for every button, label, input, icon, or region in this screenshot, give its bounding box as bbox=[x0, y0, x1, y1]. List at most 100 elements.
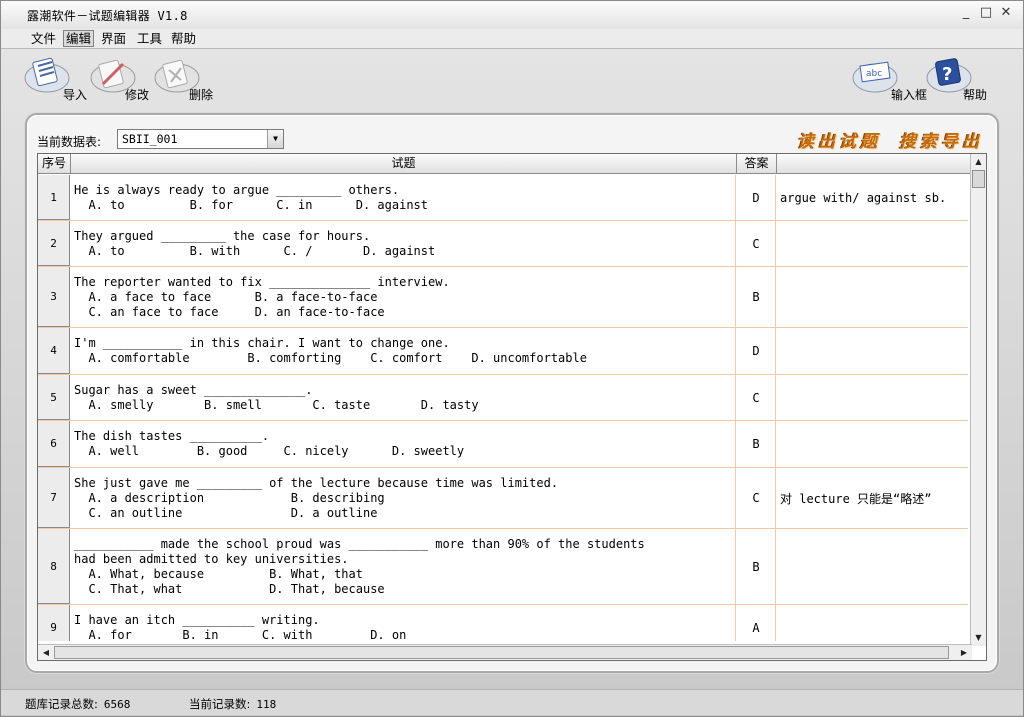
question-line: They argued _________ the case for hours… bbox=[74, 228, 371, 243]
question-line: The dish tastes __________. bbox=[74, 429, 270, 443]
maximize-button[interactable]: □ bbox=[979, 6, 993, 20]
horizontal-scroll-thumb[interactable] bbox=[54, 646, 949, 659]
answer-cell[interactable]: D bbox=[737, 328, 776, 374]
table-row[interactable]: 9I have an itch __________ writing. A. f… bbox=[38, 605, 968, 641]
column-header-answer[interactable]: 答案 bbox=[737, 154, 777, 174]
svg-text:abc: abc bbox=[866, 69, 882, 79]
table-row[interactable]: 8 ___________ made the school proud was _… bbox=[38, 529, 968, 605]
answer-cell[interactable]: C bbox=[737, 221, 776, 266]
search-export-button[interactable]: 搜索导出 bbox=[899, 127, 983, 152]
dataset-select[interactable]: SBII_001 ▼ bbox=[117, 129, 284, 149]
question-line: The reporter wanted to fix _____________… bbox=[74, 274, 450, 289]
question-line: ___________ made the school proud was __… bbox=[74, 536, 645, 551]
question-panel: 当前数据表: SBII_001 ▼ 读出试题 搜索导出 序号 试题 答案 1 He… bbox=[25, 113, 999, 673]
question-cell[interactable]: The reporter wanted to fix _____________… bbox=[71, 267, 736, 327]
answer-cell[interactable]: B bbox=[737, 421, 776, 467]
question-line: A. well B. good C. nicely D. sweetly bbox=[74, 444, 465, 458]
note-cell[interactable] bbox=[777, 421, 968, 467]
column-header-question[interactable]: 试题 bbox=[71, 154, 737, 174]
menu-help[interactable]: 帮助 bbox=[169, 30, 198, 47]
table-body: 1 He is always ready to argue _________ o… bbox=[38, 175, 968, 641]
table-row[interactable]: 2 They argued _________ the case for hour… bbox=[38, 221, 968, 267]
answer-cell[interactable]: C bbox=[737, 468, 776, 528]
note-cell[interactable] bbox=[777, 221, 968, 266]
window-controls: _ □ ✕ bbox=[959, 6, 1013, 20]
status-bar: 题库记录总数: 6568 当前记录数: 118 bbox=[1, 689, 1023, 715]
question-cell[interactable]: He is always ready to argue _________ ot… bbox=[71, 175, 736, 220]
chevron-down-icon[interactable]: ▼ bbox=[267, 130, 283, 148]
menu-tools[interactable]: 工具 bbox=[135, 30, 164, 47]
row-number[interactable]: 1 bbox=[38, 175, 70, 220]
svg-text:?: ? bbox=[942, 64, 952, 85]
answer-cell[interactable]: B bbox=[737, 529, 776, 604]
question-cell[interactable]: I'm ___________ in this chair. I want to… bbox=[71, 328, 736, 374]
table-row[interactable]: 7 She just gave me _________ of the lectu… bbox=[38, 468, 968, 529]
table-row[interactable]: 6 The dish tastes __________. A. well B. … bbox=[38, 421, 968, 468]
note-cell[interactable] bbox=[777, 605, 968, 641]
scroll-right-icon[interactable]: ▶ bbox=[956, 645, 972, 660]
question-line: A. to B. with C. / D. against bbox=[74, 243, 436, 258]
dataset-label: 当前数据表: bbox=[37, 135, 102, 149]
note-cell[interactable] bbox=[777, 529, 968, 604]
total-records: 题库记录总数: 6568 bbox=[25, 696, 130, 712]
horizontal-scrollbar[interactable]: ◀ ▶ bbox=[38, 644, 972, 660]
table-row[interactable]: 1 He is always ready to argue _________ o… bbox=[38, 175, 968, 221]
title-bar[interactable]: 露潮软件－试题编辑器 V1.8 _ □ ✕ bbox=[1, 1, 1023, 29]
table-row[interactable]: 3 The reporter wanted to fix ____________… bbox=[38, 267, 968, 328]
question-cell[interactable]: I have an itch __________ writing. A. fo… bbox=[71, 605, 736, 641]
window-title: 露潮软件－试题编辑器 V1.8 bbox=[27, 9, 188, 23]
scroll-up-icon[interactable]: ▲ bbox=[971, 154, 986, 170]
question-line: A. comfortable B. comforting C. comfort … bbox=[74, 351, 587, 365]
help-button[interactable]: ? 帮助 bbox=[925, 52, 991, 104]
question-cell[interactable]: They argued _________ the case for hours… bbox=[71, 221, 736, 266]
row-number[interactable]: 7 bbox=[38, 468, 70, 528]
import-button[interactable]: 导入 bbox=[23, 52, 91, 104]
row-number[interactable]: 5 bbox=[38, 375, 70, 420]
close-button[interactable]: ✕ bbox=[999, 6, 1013, 20]
delete-button[interactable]: 删除 bbox=[153, 52, 219, 104]
question-cell[interactable]: Sugar has a sweet ______________. A. sme… bbox=[71, 375, 736, 420]
row-number[interactable]: 2 bbox=[38, 221, 70, 266]
row-number[interactable]: 8 bbox=[38, 529, 70, 604]
question-line: A. a face to face B. a face-to-face bbox=[74, 289, 378, 304]
minimize-button[interactable]: _ bbox=[959, 6, 973, 20]
note-cell[interactable] bbox=[777, 267, 968, 327]
question-cell[interactable]: The dish tastes __________. A. well B. g… bbox=[71, 421, 736, 467]
answer-cell[interactable]: B bbox=[737, 267, 776, 327]
table-row[interactable]: 5 Sugar has a sweet ______________. A. sm… bbox=[38, 375, 968, 421]
answer-cell[interactable]: C bbox=[737, 375, 776, 420]
read-questions-button[interactable]: 读出试题 bbox=[797, 127, 881, 152]
edit-button[interactable]: 修改 bbox=[89, 52, 155, 104]
delete-label: 删除 bbox=[189, 88, 214, 102]
input-box-button[interactable]: abc 输入框 bbox=[851, 52, 931, 104]
note-cell[interactable] bbox=[777, 375, 968, 420]
row-number[interactable]: 9 bbox=[38, 605, 70, 641]
question-line: Sugar has a sweet ______________. bbox=[74, 382, 313, 397]
scroll-left-icon[interactable]: ◀ bbox=[38, 645, 54, 660]
column-header-note[interactable] bbox=[777, 154, 977, 174]
column-header-num[interactable]: 序号 bbox=[38, 154, 71, 174]
question-cell[interactable]: ___________ made the school proud was __… bbox=[71, 529, 736, 604]
note-cell[interactable] bbox=[777, 328, 968, 374]
row-number[interactable]: 6 bbox=[38, 421, 70, 467]
menu-edit[interactable]: 编辑 bbox=[63, 30, 95, 47]
vertical-scrollbar[interactable]: ▲ ▼ bbox=[970, 154, 986, 646]
question-line: A. for B. in C. with D. on bbox=[74, 627, 407, 642]
input-box-label: 输入框 bbox=[891, 88, 928, 102]
vertical-scroll-thumb[interactable] bbox=[972, 170, 985, 188]
row-number[interactable]: 3 bbox=[38, 267, 70, 327]
menu-file[interactable]: 文件 bbox=[29, 30, 58, 47]
note-cell[interactable]: 对 lecture 只能是“略述” bbox=[777, 468, 968, 528]
scroll-down-icon[interactable]: ▼ bbox=[971, 630, 986, 646]
answer-cell[interactable]: D bbox=[737, 175, 776, 220]
question-line: A. a description B. describing bbox=[74, 490, 385, 505]
note-cell[interactable]: argue with/ against sb. bbox=[777, 175, 968, 220]
question-line: She just gave me _________ of the lectur… bbox=[74, 475, 559, 490]
answer-cell[interactable]: A bbox=[737, 605, 776, 641]
row-number[interactable]: 4 bbox=[38, 328, 70, 374]
total-records-label: 题库记录总数: bbox=[25, 697, 98, 711]
menu-view[interactable]: 界面 bbox=[99, 30, 128, 47]
question-line: He is always ready to argue _________ ot… bbox=[74, 182, 400, 197]
question-cell[interactable]: She just gave me _________ of the lectur… bbox=[71, 468, 736, 528]
table-row[interactable]: 4 I'm ___________ in this chair. I want t… bbox=[38, 328, 968, 375]
